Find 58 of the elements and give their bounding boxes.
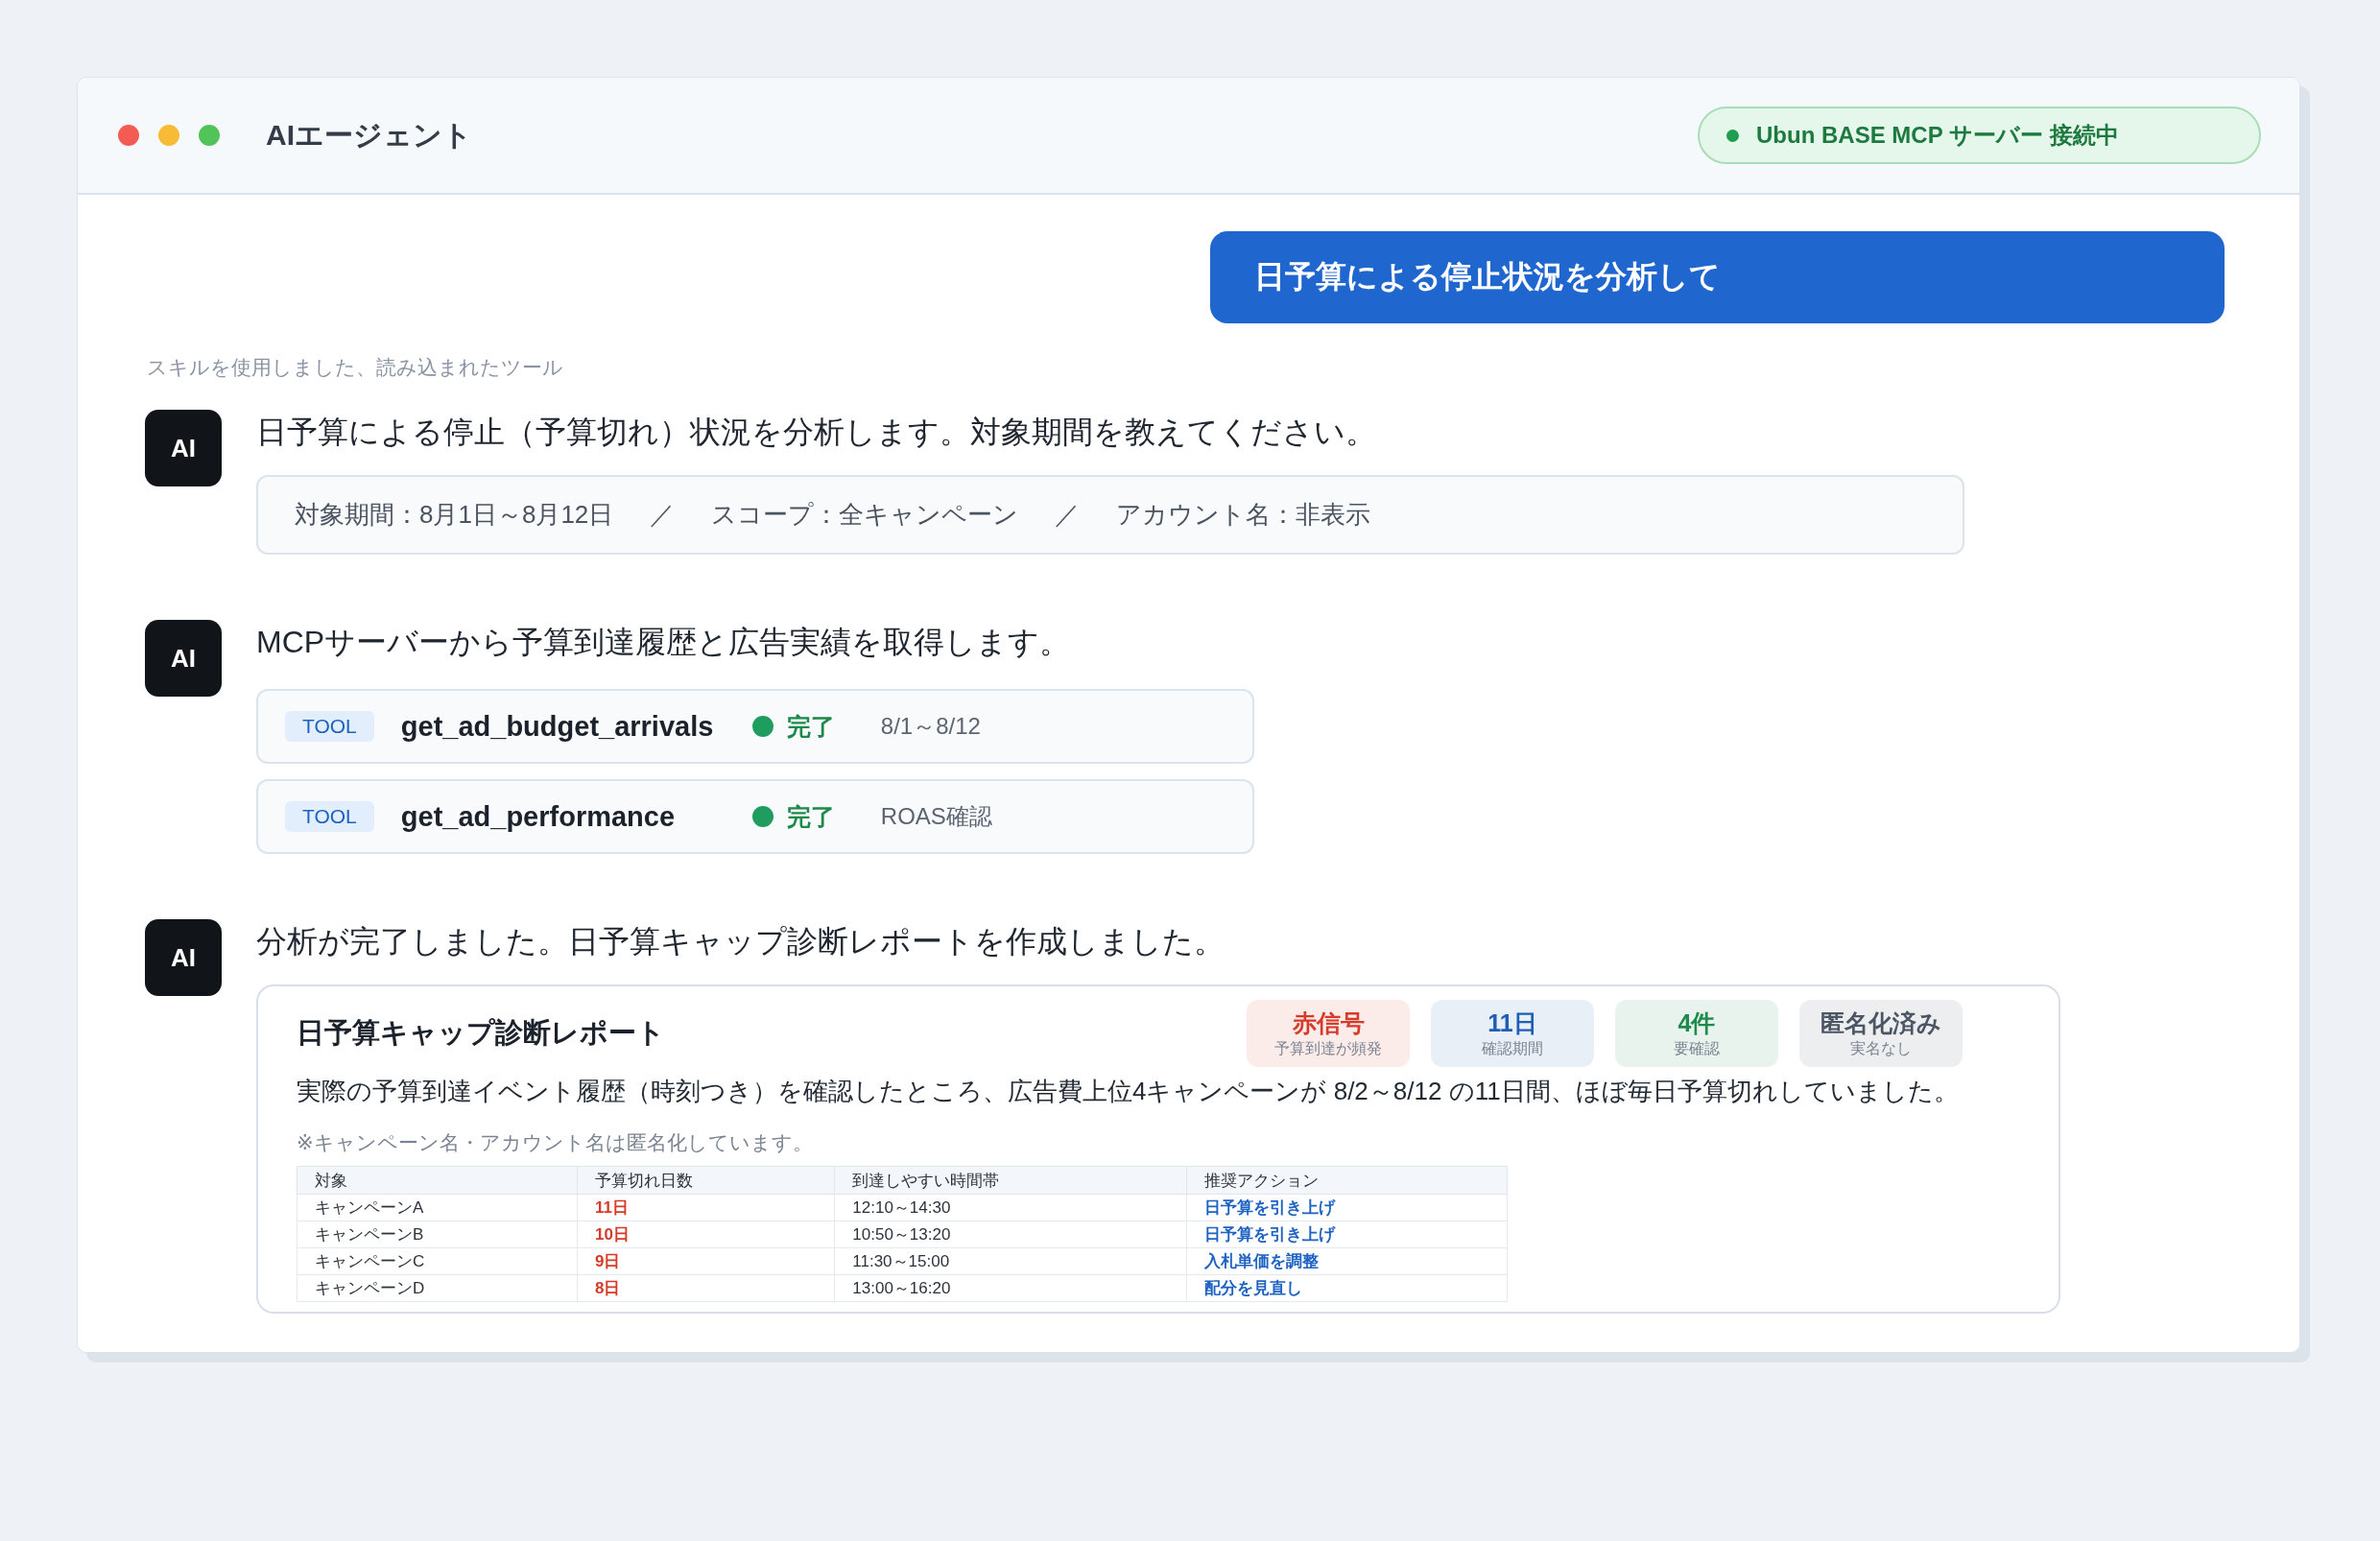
tool-detail: ROAS確認: [880, 802, 992, 831]
info-text: ／: [1055, 499, 1081, 531]
info-text: ／: [650, 499, 676, 531]
ai-avatar: AI: [145, 919, 222, 996]
table-cell: 日予算を引き上げ: [1186, 1194, 1508, 1221]
tool-tag: TOOL: [285, 711, 374, 742]
stat-value: 11日: [1488, 1008, 1537, 1038]
column-header: 到達しやすい時間帯: [834, 1166, 1187, 1195]
tool-status: 完了: [786, 711, 836, 742]
info-text: アカウント名：非表示: [1116, 499, 1371, 531]
tool-tag: TOOL: [285, 801, 374, 832]
status-dot-icon: [1726, 129, 1739, 142]
connection-label: Ubun BASE MCP サーバー 接続中: [1756, 121, 2119, 150]
info-text: 対象期間：8月1日～8月12日: [295, 499, 614, 531]
close-icon[interactable]: [118, 125, 139, 146]
minimize-icon[interactable]: [158, 125, 179, 146]
report-title: 日予算キャップ診断レポート: [297, 1016, 666, 1050]
stat-value: 赤信号: [1292, 1008, 1365, 1038]
column-header: 予算切れ日数: [577, 1166, 835, 1195]
stat-label: 予算到達が頻発: [1274, 1039, 1382, 1058]
stat-label: 確認期間: [1482, 1039, 1543, 1058]
assistant-message: 分析が完了しました。日予算キャップ診断レポートを作成しました。: [256, 923, 1226, 960]
tool-status: 完了: [786, 801, 836, 832]
table-cell: キャンペーンB: [297, 1221, 578, 1248]
window-title: AIエージェント: [266, 117, 473, 153]
table-cell: 13:00～16:20: [834, 1274, 1187, 1302]
table-cell: キャンペーンC: [297, 1247, 578, 1275]
stat-label: 実名なし: [1850, 1039, 1912, 1058]
table-cell: 12:10～14:30: [834, 1194, 1187, 1221]
table-cell: 11日: [577, 1194, 835, 1221]
table-cell: 11:30～15:00: [834, 1247, 1187, 1275]
table-cell: 配分を見直し: [1186, 1274, 1508, 1302]
stat-value: 4件: [1678, 1008, 1716, 1038]
stat-label: 要確認: [1674, 1039, 1720, 1058]
tool-name: get_ad_performance: [400, 800, 677, 833]
maximize-icon[interactable]: [199, 125, 220, 146]
column-header: 対象: [297, 1166, 578, 1195]
column-header: 推奨アクション: [1186, 1166, 1508, 1195]
table-cell: キャンペーンA: [297, 1194, 578, 1221]
tool-detail: 8/1～8/12: [880, 712, 981, 741]
ai-avatar: AI: [145, 620, 222, 697]
report-summary: 実際の予算到達イベント履歴（時刻つき）を確認したところ、広告費上位4キャンペーンが 8/2～8/12 の11日間、ほぼ毎日予算切れしていました。: [297, 1076, 1960, 1107]
table-cell: 9日: [577, 1247, 835, 1275]
info-text: スコープ：全キャンペーン: [711, 499, 1019, 531]
tool-name: get_ad_budget_arrivals: [400, 710, 715, 743]
table-cell: 8日: [577, 1274, 835, 1302]
report-note: ※キャンペーン名・アカウント名は匿名化しています。: [297, 1130, 814, 1155]
table-cell: 10:50～13:20: [834, 1221, 1187, 1248]
assistant-message: MCPサーバーから予算到達履歴と広告実績を取得します。: [256, 624, 1072, 661]
table-cell: 入札単価を調整: [1186, 1247, 1508, 1275]
table-cell: 日予算を引き上げ: [1186, 1221, 1508, 1248]
status-note: スキルを使用しました、読み込まれたツール: [147, 355, 564, 380]
assistant-message: 日予算による停止（予算切れ）状況を分析します。対象期間を教えてください。: [256, 414, 1377, 451]
user-message: 日予算による停止状況を分析して: [1210, 231, 2225, 323]
table-cell: キャンペーンD: [297, 1274, 578, 1302]
stat-value: 匿名化済み: [1821, 1008, 1941, 1038]
table-cell: 10日: [577, 1221, 835, 1248]
ai-avatar: AI: [145, 410, 222, 486]
